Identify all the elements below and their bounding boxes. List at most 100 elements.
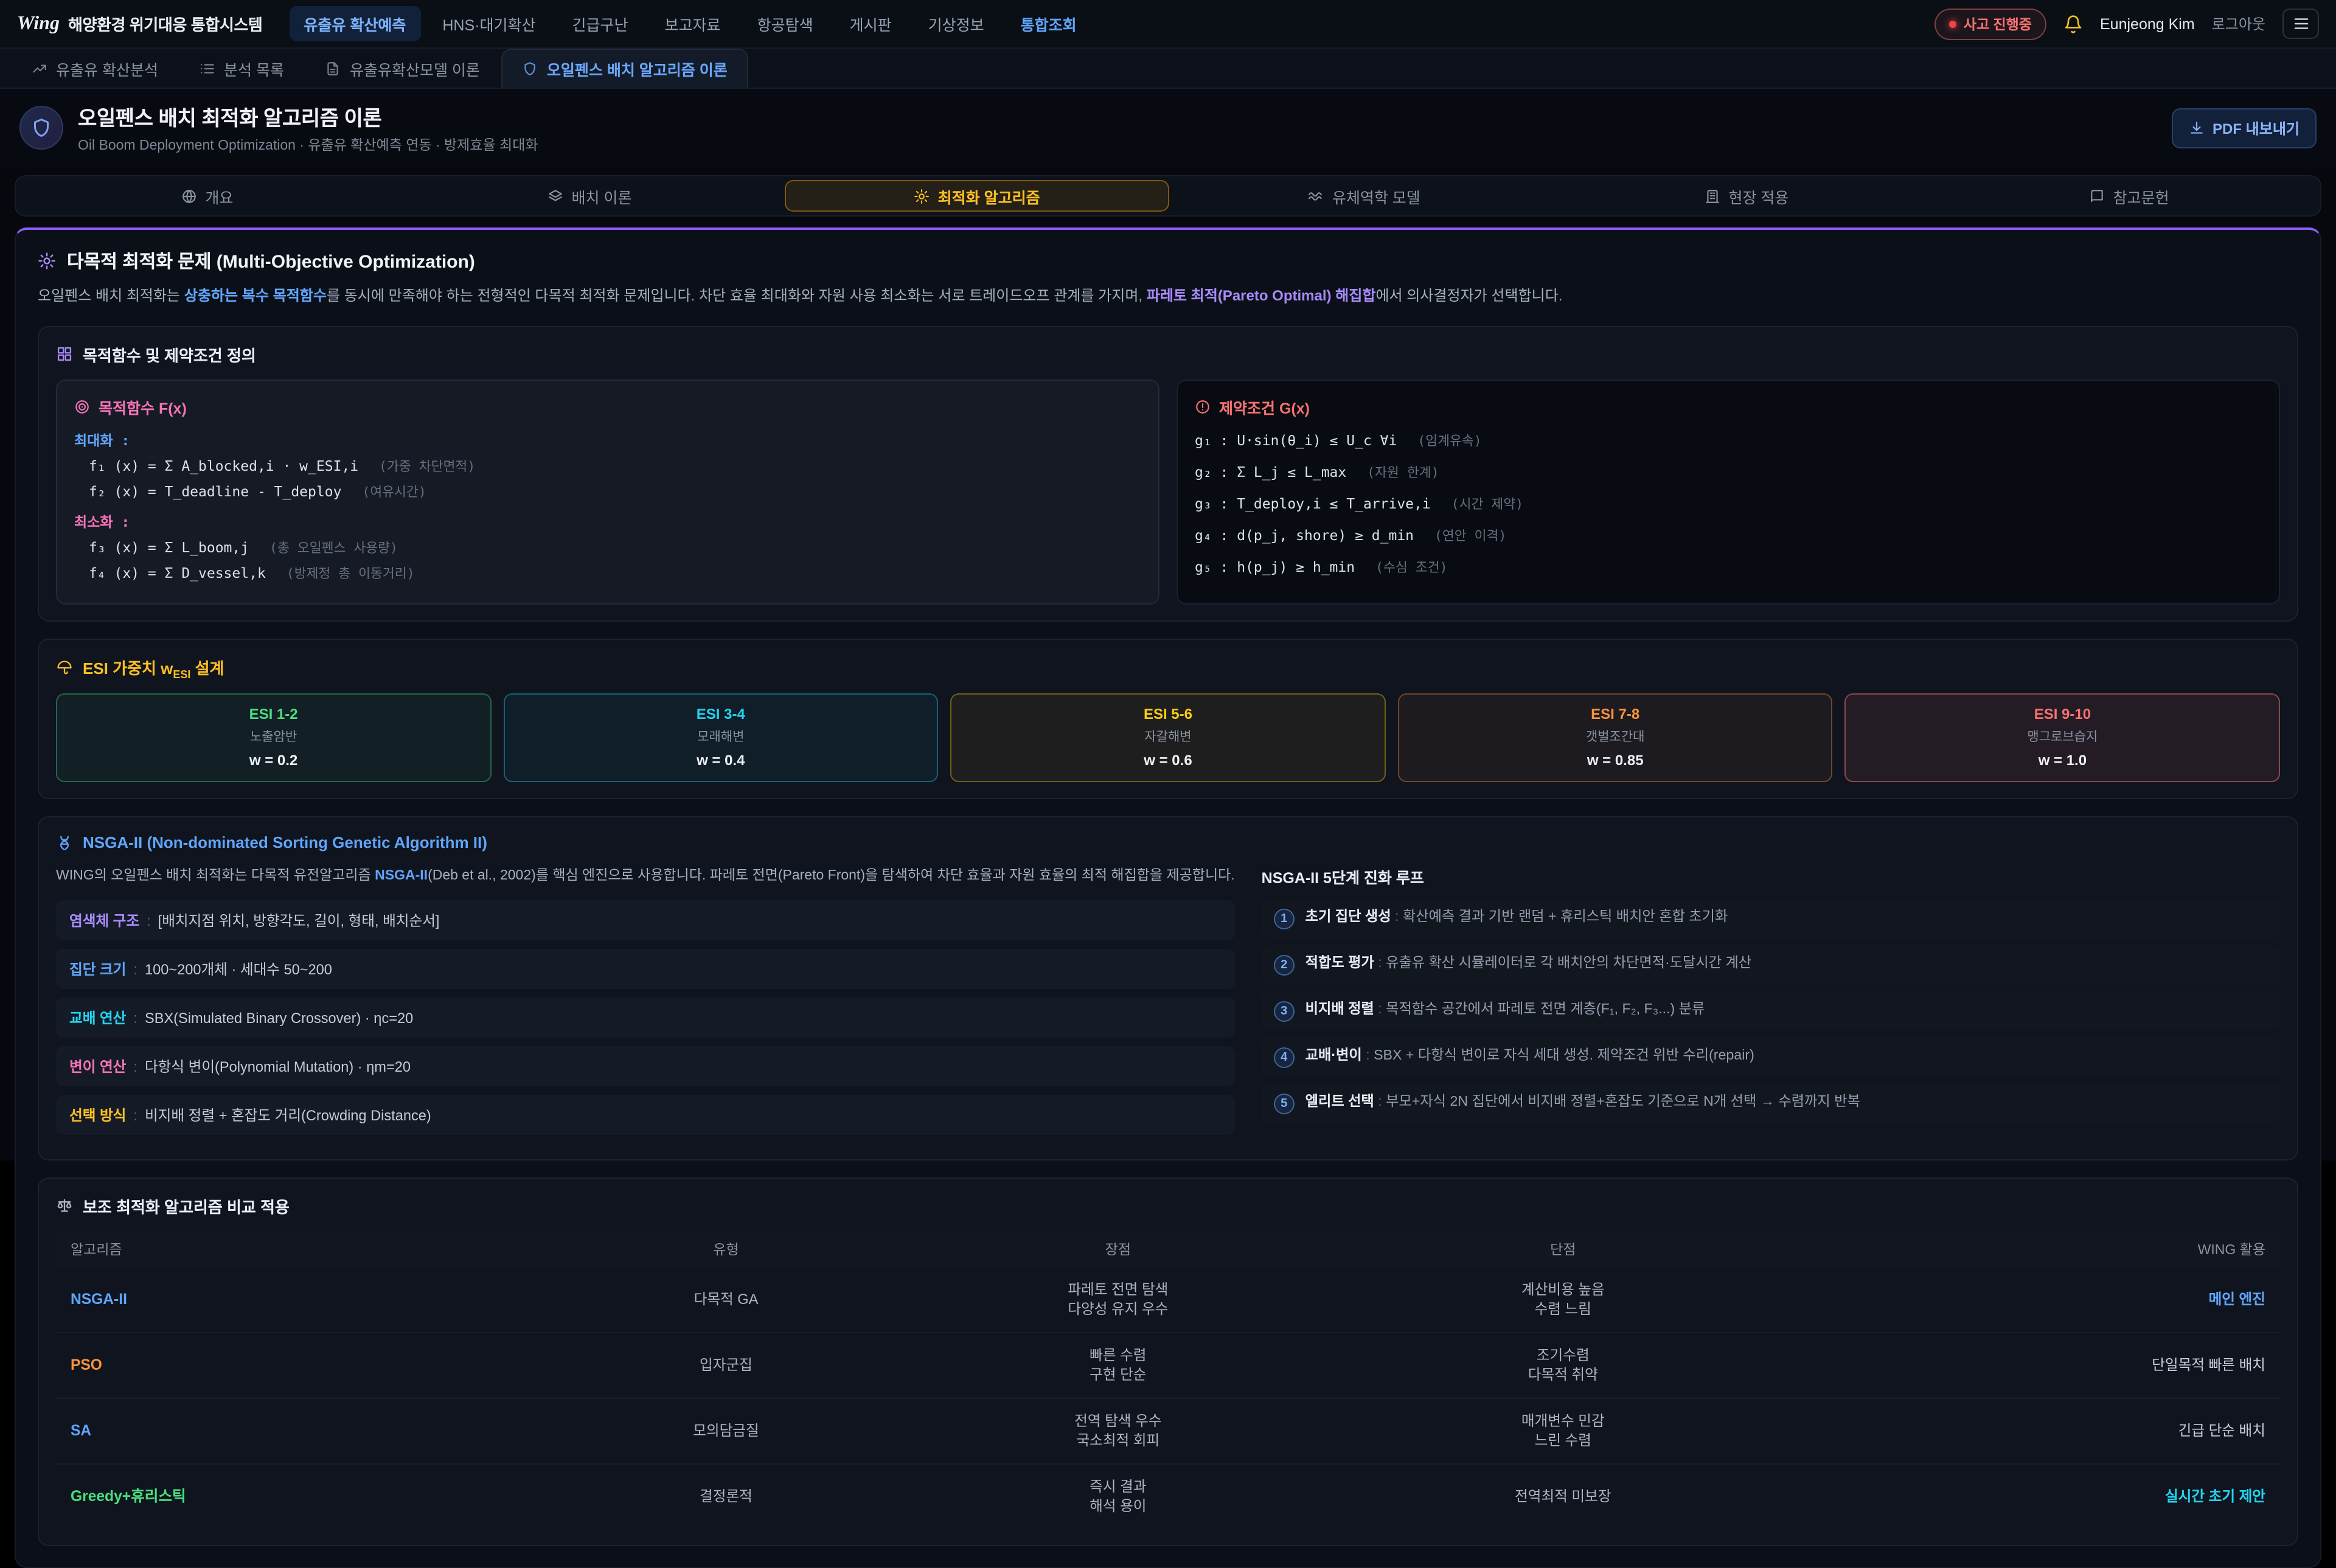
nav-item-emergency-rescue[interactable]: 긴급구난: [558, 6, 643, 41]
section-tab-optimization-algorithm[interactable]: 최적화 알고리즘: [784, 180, 1169, 212]
logout-link[interactable]: 로그아웃: [2212, 13, 2265, 34]
nsga-text: (Deb et al., 2002)를 핵심 엔진으로 사용합니다. 파레토 전…: [428, 869, 1235, 884]
nsga-card-title: NSGA-II (Non-dominated Sorting Genetic A…: [83, 834, 487, 852]
esi-weight-value: w = 0.85: [1409, 752, 1822, 769]
step-text: 적합도 평가 : 유출유 확산 시뮬레이터로 각 배치안의 차단면적·도달시간 …: [1305, 954, 1752, 975]
esi-weight-value: w = 0.2: [67, 752, 480, 769]
nav-item-hns-diffusion[interactable]: HNS·대기확산: [428, 6, 550, 41]
constraint-note: (연안 이격): [1434, 528, 1506, 544]
param-value: SBX(Simulated Binary Crossover) · ηc=20: [145, 1010, 413, 1027]
scales-icon: [56, 1198, 73, 1215]
menu-icon: [2292, 15, 2310, 33]
constraint-note: (시간 제약): [1451, 496, 1523, 512]
brand-logo[interactable]: Wing 해양환경 위기대응 통합시스템: [17, 12, 262, 35]
maximize-label: 최대화 :: [74, 431, 1141, 450]
objective-panel-title: 목적함수 F(x): [99, 395, 187, 418]
section-tab-label: 최적화 알고리즘: [938, 184, 1040, 207]
param-label: 교배 연산: [69, 1007, 126, 1028]
user-name: Eunjeong Kim: [2100, 15, 2195, 32]
layers-icon: [548, 188, 563, 204]
main-nav: 유출유 확산예측 HNS·대기확산 긴급구난 보고자료 항공탐색 게시판 기상정…: [289, 6, 1091, 41]
nav-item-board[interactable]: 게시판: [835, 6, 906, 41]
card-heading: 목적함수 및 제약조건 정의: [56, 343, 2280, 366]
tab-label: 오일펜스 배치 알고리즘 이론: [547, 57, 728, 80]
nav-item-reports[interactable]: 보고자료: [650, 6, 735, 41]
wing-logo-mark: Wing: [17, 13, 60, 35]
esi-box-7-8: ESI 7-8 갯벌조간대 w = 0.85: [1398, 694, 1833, 783]
constraint-row: g₃ : T_deploy,i ≤ T_arrive,i (시간 제약): [1195, 494, 2262, 513]
param-value: 100~200개체 · 세대수 50~200: [145, 959, 332, 979]
column-header-cons: 단점: [1344, 1231, 1782, 1268]
shield-icon: [523, 61, 538, 77]
nsga-step-5: 5 엘리트 선택 : 부모+자식 2N 집단에서 비지배 정렬+혼잡도 기준으로…: [1262, 1084, 2280, 1123]
equation-row: f₄ (x) = Σ D_vessel,k (방제정 총 이동거리): [89, 563, 1141, 583]
book-icon: [2089, 188, 2105, 204]
section-tab-field-application[interactable]: 현장 적용: [1556, 176, 1938, 215]
constraint-row: g₁ : U·sin(θ_i) ≤ U_c ∀i (임계유속): [1195, 431, 2262, 450]
nsga-paragraph: WING의 오일펜스 배치 최적화는 다목적 유전알고리즘 NSGA-II(De…: [56, 866, 1235, 888]
incident-dot-icon: [1949, 20, 1956, 27]
beach-umbrella-icon: [56, 659, 73, 676]
separator: :: [133, 1010, 137, 1027]
esi-weight-value: w = 0.4: [514, 752, 927, 769]
equation-row: f₂ (x) = T_deadline - T_deploy (여유시간): [89, 482, 1141, 501]
equation-row: f₁ (x) = Σ A_blocked,i · w_ESI,i (가중 차단면…: [89, 456, 1141, 476]
equation-f3: f₃ (x) = Σ L_boom,j: [89, 539, 249, 556]
section-tab-label: 개요: [205, 184, 233, 207]
algorithm-type: 결정론적: [560, 1464, 892, 1529]
tab-diffusion-model-theory[interactable]: 유출유확산모델 이론: [306, 49, 499, 88]
table-row-sa: SA 모의담금질 전역 탐색 우수 국소최적 회피 매개변수 민감 느린 수렴 …: [56, 1398, 2280, 1464]
constraint-note: (자원 한계): [1367, 465, 1439, 480]
algorithm-name: Greedy+휴리스틱: [71, 1488, 186, 1505]
step-number-badge: 5: [1274, 1094, 1295, 1115]
pdf-export-button[interactable]: PDF 내보내기: [2171, 108, 2317, 148]
tab-analysis-list[interactable]: 분석 목록: [180, 49, 304, 88]
esi-box-3-4: ESI 3-4 모래해변 w = 0.4: [503, 694, 938, 783]
building-icon: [1704, 188, 1720, 204]
constraint-g5: g₅ : h(p_j) ≥ h_min: [1195, 558, 1355, 575]
app-root: Wing 해양환경 위기대응 통합시스템 유출유 확산예측 HNS·대기확산 긴…: [0, 0, 2336, 1160]
constraint-g4: g₄ : d(p_j, shore) ≥ d_min: [1195, 527, 1414, 544]
minimize-label: 최소화 :: [74, 512, 1141, 532]
notification-bell-icon[interactable]: [2063, 14, 2083, 33]
param-label: 집단 크기: [69, 959, 126, 979]
constraint-note: (수심 조건): [1375, 560, 1447, 575]
section-tab-references[interactable]: 참고문헌: [1938, 176, 2320, 215]
equation-row: f₃ (x) = Σ L_boom,j (총 오일펜스 사용량): [89, 538, 1141, 557]
section-tab-deployment-theory[interactable]: 배치 이론: [398, 176, 781, 215]
tab-boom-algorithm-theory[interactable]: 오일펜스 배치 알고리즘 이론: [502, 49, 748, 88]
objective-constraint-columns: 목적함수 F(x) 최대화 : f₁ (x) = Σ A_blocked,i ·…: [56, 380, 2280, 605]
alert-circle-icon: [1195, 399, 1211, 415]
esi-shore-type: 맹그로브습지: [1856, 728, 2269, 746]
boom-shield-badge-icon: [19, 106, 63, 150]
nav-item-aerial-search[interactable]: 항공탐색: [743, 6, 828, 41]
globe-icon: [181, 188, 196, 204]
incident-status-badge: 사고 진행중: [1934, 8, 2046, 40]
equation-f4: f₄ (x) = Σ D_vessel,k: [89, 564, 266, 581]
algorithm-pros: 즉시 결과 해석 용이: [892, 1464, 1344, 1529]
section-tab-overview[interactable]: 개요: [16, 176, 398, 215]
intro-highlight-pareto: 파레토 최적(Pareto Optimal) 해집합: [1147, 287, 1376, 304]
table-header: 알고리즘 유형 장점 단점 WING 활용: [56, 1231, 2280, 1268]
constraint-row: g₄ : d(p_j, shore) ≥ d_min (연안 이격): [1195, 526, 2262, 545]
esi-box-1-2: ESI 1-2 노출암반 w = 0.2: [56, 694, 491, 783]
step-number-badge: 4: [1274, 1048, 1295, 1069]
page-header-text: 오일펜스 배치 최적화 알고리즘 이론 Oil Boom Deployment …: [78, 101, 538, 154]
menu-button[interactable]: [2282, 9, 2319, 39]
nsga-highlight: NSGA-II: [375, 869, 428, 884]
tab-spill-analysis[interactable]: 유출유 확산분석: [12, 49, 178, 88]
section-tab-hydrodynamic-model[interactable]: 유체역학 모델: [1173, 176, 1556, 215]
nsga-step-1: 1 초기 집단 생성 : 확산예측 결과 기반 랜덤 + 휴리스틱 배치안 혼합…: [1262, 900, 2280, 938]
separator: :: [147, 912, 151, 929]
nav-item-weather-info[interactable]: 기상정보: [914, 6, 999, 41]
algorithm-pros: 파레토 전면 탐색 다양성 유지 우수: [892, 1268, 1344, 1333]
page-header: 오일펜스 배치 최적화 알고리즘 이론 Oil Boom Deployment …: [0, 89, 2336, 168]
separator: :: [133, 1058, 137, 1075]
algorithm-cons: 계산비용 높음 수렴 느림: [1344, 1268, 1782, 1333]
param-label: 선택 방식: [69, 1105, 126, 1125]
nav-item-integrated-search[interactable]: 통합조회: [1006, 6, 1091, 41]
step-number-badge: 2: [1274, 956, 1295, 976]
nav-item-spill-prediction[interactable]: 유출유 확산예측: [289, 6, 420, 41]
top-nav: Wing 해양환경 위기대응 통합시스템 유출유 확산예측 HNS·대기확산 긴…: [0, 0, 2336, 49]
algorithm-pros: 전역 탐색 우수 국소최적 회피: [892, 1398, 1344, 1464]
